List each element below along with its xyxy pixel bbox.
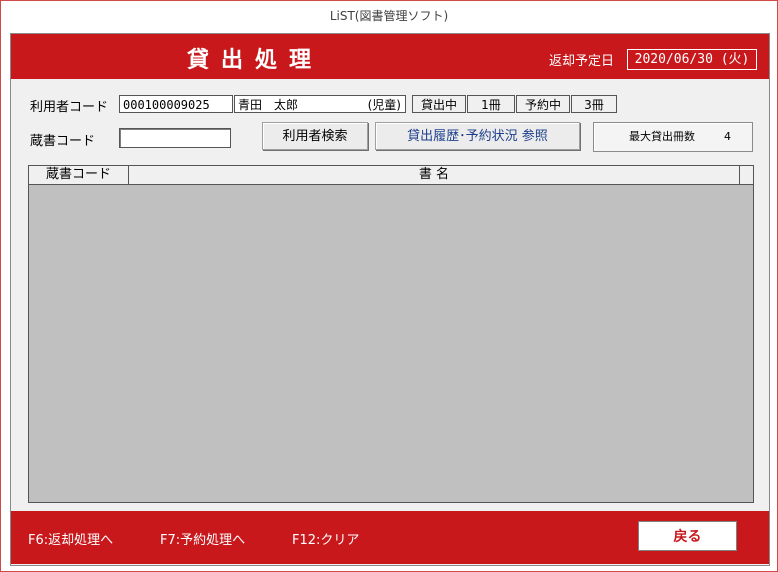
header-bar: 貸出処理 返却予定日 2020/06/30 (火): [11, 34, 769, 79]
history-reservation-button[interactable]: 貸出履歴･予約状況 参照: [375, 122, 580, 150]
loan-status-label: 貸出中: [412, 95, 466, 113]
loan-screen: 貸出処理 返却予定日 2020/06/30 (火) 利用者コード 0001000…: [10, 33, 770, 566]
f6-return-hint: F6:返却処理へ: [28, 533, 114, 548]
f12-clear-hint: F12:クリア: [292, 533, 360, 548]
user-search-button[interactable]: 利用者検索: [262, 122, 368, 150]
user-name-field: 青田 太郎 (児童): [234, 95, 406, 113]
user-code-label: 利用者コード: [30, 100, 109, 115]
footer-bar: F6:返却処理へ F7:予約処理へ F12:クリア 戻る: [11, 511, 769, 564]
user-name: 青田 太郎: [238, 98, 299, 112]
column-book-code[interactable]: 蔵書コード: [29, 166, 129, 184]
due-date-value: 2020/06/30 (火): [627, 49, 757, 70]
book-code-label: 蔵書コード: [30, 134, 96, 149]
book-code-input[interactable]: [119, 128, 231, 148]
f7-reserve-hint: F7:予約処理へ: [160, 533, 246, 548]
grid-header: 蔵書コード 書 名: [29, 166, 753, 185]
max-loan-value: 4: [724, 130, 731, 143]
max-loan-label: 最大貸出冊数: [629, 130, 695, 143]
reserve-status-label: 予約中: [516, 95, 570, 113]
app-window: LiST(図書管理ソフト) 貸出処理 返却予定日 2020/06/30 (火) …: [0, 0, 778, 572]
loan-grid[interactable]: 蔵書コード 書 名: [28, 165, 754, 503]
loan-count: 1冊: [467, 95, 515, 113]
max-loan-panel: 最大貸出冊数 4: [593, 122, 753, 152]
back-button[interactable]: 戻る: [638, 521, 737, 551]
column-title[interactable]: 書 名: [129, 166, 740, 184]
due-date-label: 返却予定日: [549, 54, 615, 69]
user-code-field[interactable]: 000100009025: [119, 95, 233, 113]
screen-title: 貸出処理: [187, 47, 324, 73]
reserve-count: 3冊: [571, 95, 617, 113]
user-category: (児童): [367, 98, 401, 112]
window-title: LiST(図書管理ソフト): [329, 9, 449, 23]
